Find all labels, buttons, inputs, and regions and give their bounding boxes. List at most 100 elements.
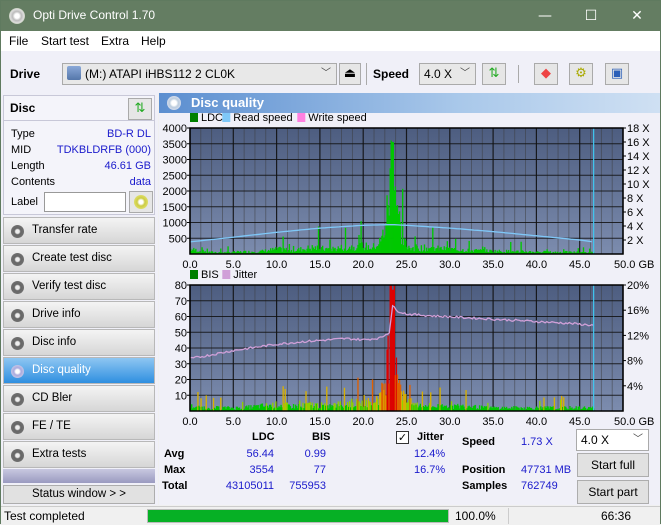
y-tick-label: 40 (175, 343, 187, 355)
y2-tick-label: 10 X (627, 179, 650, 191)
y-tick-label: 3500 (163, 139, 187, 151)
x-tick-label: 15.0 (309, 259, 330, 271)
bis-chart: 80 70 60 50 40 30 20 10 20% 16% 12% 8% 4% 0.0 5.0 10.0 1… (175, 269, 655, 428)
legend-swatch (222, 113, 231, 122)
x-tick-label: 45.0 (569, 259, 590, 271)
test-speed-value: 4.0 X (581, 433, 610, 447)
progress-bar (147, 509, 449, 523)
y-tick-label: 2000 (163, 186, 187, 198)
charts-canvas: 4000 3500 3000 2500 2000 1500 1000 500 18 X 16 X 1… (163, 112, 655, 428)
x-tick-label: 30.0 (439, 259, 460, 271)
stats-col-ldc: LDC (252, 431, 275, 443)
y-tick-label: 1500 (163, 202, 187, 214)
y-tick-label: 2500 (163, 170, 187, 182)
chevron-down-icon: ﹀ (633, 434, 643, 445)
samples-value: 762749 (521, 480, 558, 492)
legend-label: Jitter (233, 269, 257, 281)
ldc-chart: 4000 3500 3000 2500 2000 1500 1000 500 18 X 16 X 1… (163, 112, 655, 271)
x-tick-label: 20.0 (352, 259, 373, 271)
legend-swatch (222, 270, 231, 279)
app-window: Opti Drive Control 1.70 — ☐ ✕ File Start… (0, 0, 661, 524)
y-tick-label: 10 (175, 390, 187, 402)
progress-percent: 100.0% (455, 509, 496, 523)
y-tick-label: 500 (169, 233, 187, 245)
x-tick-label: 45.0 (569, 416, 590, 428)
y2-tick-label: 12% (627, 330, 649, 342)
stats-col-bis: BIS (312, 431, 331, 443)
y-tick-label: 30 (175, 359, 187, 371)
jitter-checkbox[interactable]: ✓ (396, 431, 409, 444)
legend-label: BIS (201, 269, 219, 281)
y2-tick-label: 4 X (627, 221, 644, 233)
jitter-max-value: 16.7% (414, 464, 446, 476)
y-tick-label: 3000 (163, 155, 187, 167)
x-tick-label: 15.0 (309, 416, 330, 428)
y2-tick-label: 18 X (627, 123, 650, 135)
legend-label: Read speed (233, 112, 292, 124)
test-speed-select[interactable]: 4.0 X ﹀ (576, 429, 649, 451)
jitter-avg-value: 12.4% (414, 448, 446, 460)
y2-tick-label: 12 X (627, 165, 650, 177)
bar (401, 188, 404, 254)
y2-tick-label: 2 X (627, 235, 644, 247)
samples-label: Samples (462, 480, 508, 492)
x-tick-label: 50.0 GB (614, 416, 654, 428)
bar (241, 401, 244, 411)
ldc-avg-value: 56.44 (246, 448, 274, 460)
x-tick-label: 50.0 GB (614, 259, 654, 271)
bar (205, 395, 207, 411)
y2-tick-label: 8 X (627, 193, 644, 205)
status-bar: Test completed 100.0% 66:36 (1, 506, 660, 524)
legend-swatch (190, 270, 198, 279)
speed-value: 1.73 X (521, 436, 553, 448)
x-tick-label: 25.0 (396, 416, 417, 428)
x-tick-label: 30.0 (439, 416, 460, 428)
y-tick-label: 60 (175, 312, 187, 324)
bar (465, 390, 467, 411)
x-tick-label: 20.0 (352, 416, 373, 428)
ldc-total-value: 43105011 (225, 480, 274, 492)
stats-total-label: Total (162, 480, 188, 492)
status-divider (508, 508, 509, 524)
ldc-max-value: 3554 (249, 464, 274, 476)
x-tick-label: 35.0 (482, 259, 503, 271)
start-full-button[interactable]: Start full (577, 453, 649, 477)
legend-swatch (190, 113, 198, 122)
bar (220, 397, 222, 411)
bar (344, 227, 347, 254)
position-value: 47731 MB (521, 464, 572, 476)
elapsed-time: 66:36 (601, 509, 632, 523)
y-tick-label: 70 (175, 296, 187, 308)
x-tick-label: 10.0 (266, 416, 287, 428)
y-tick-label: 50 (175, 327, 187, 339)
y-tick-label: 1000 (163, 218, 187, 230)
bis-avg-value: 0.99 (304, 448, 326, 460)
y2-tick-label: 6 X (627, 207, 644, 219)
x-tick-label: 40.0 (526, 416, 547, 428)
start-part-button[interactable]: Start part (577, 480, 649, 504)
x-tick-label: 25.0 (396, 259, 417, 271)
bis-total-value: 755953 (289, 480, 326, 492)
status-text: Test completed (4, 509, 85, 523)
jitter-label: Jitter (417, 431, 444, 443)
legend-label: Write speed (308, 112, 367, 124)
y2-tick-label: 14 X (627, 151, 650, 163)
bis-max-value: 77 (313, 464, 326, 476)
y2-tick-label: 16% (627, 305, 649, 317)
x-tick-label: 40.0 (526, 259, 547, 271)
x-tick-label: 10.0 (266, 259, 287, 271)
y2-tick-label: 8% (627, 356, 643, 368)
x-tick-label: 0.0 (182, 416, 197, 428)
stats-max-label: Max (164, 464, 186, 476)
y2-tick-label: 4% (627, 381, 643, 393)
position-label: Position (462, 464, 506, 476)
y-tick-label: 80 (175, 280, 187, 292)
x-tick-label: 5.0 (226, 416, 241, 428)
legend-swatch (297, 113, 306, 122)
x-tick-label: 0.0 (182, 259, 197, 271)
speed-label: Speed (462, 436, 496, 448)
y2-tick-label: 20% (627, 280, 649, 292)
stats-avg-label: Avg (164, 448, 185, 460)
y-tick-label: 20 (175, 375, 187, 387)
bar (553, 397, 556, 411)
